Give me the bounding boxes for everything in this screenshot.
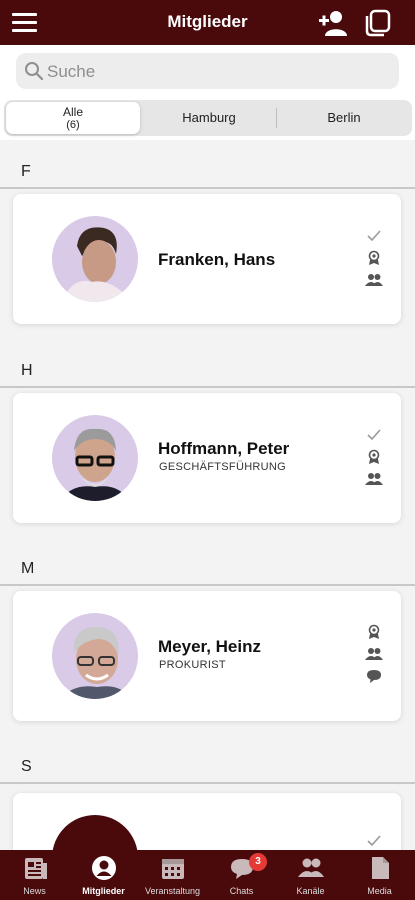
section-header: F [0, 143, 415, 189]
member-card[interactable]: Franken, Hans [13, 194, 401, 324]
segment-count: (6) [66, 119, 80, 131]
tab-media[interactable]: Media [345, 850, 414, 900]
segment-label: Alle [62, 105, 83, 119]
tab-label: Veranstaltung [144, 886, 201, 896]
section-header: H [0, 342, 415, 388]
member-role: GESCHÄFTSFÜHRUNG [159, 461, 287, 473]
tab-kanaele[interactable]: Kanäle [276, 850, 345, 900]
divider [0, 584, 415, 586]
member-name: Franken, Hans [158, 250, 276, 269]
member-name: Hoffmann, Peter [158, 439, 290, 458]
group-icon [365, 274, 383, 286]
member-name: Meyer, Heinz [158, 637, 261, 656]
page-title: Mitglieder [167, 12, 248, 31]
tab-mitglieder[interactable]: Mitglieder [69, 850, 138, 900]
section-letter: F [21, 163, 31, 180]
group-icon [365, 648, 383, 660]
section-letter: M [21, 560, 35, 577]
segment-alle[interactable]: Alle (6) [6, 102, 140, 134]
check-icon [367, 230, 381, 242]
location-segmented-control: Alle (6) Hamburg Berlin [4, 100, 412, 136]
segment-label: Hamburg [182, 110, 236, 125]
check-icon [367, 835, 381, 847]
segment-berlin[interactable]: Berlin [277, 102, 411, 134]
tab-label: Chats [229, 886, 254, 896]
tab-chats[interactable]: 3 Chats [207, 850, 276, 900]
document-icon [372, 857, 389, 879]
member-role: PROKURIST [159, 659, 226, 671]
unread-badge: 3 [249, 853, 267, 871]
app-header: Mitglieder [0, 0, 415, 45]
news-icon [25, 858, 47, 879]
check-icon [367, 429, 381, 441]
tab-news[interactable]: News [0, 850, 69, 900]
divider [0, 187, 415, 189]
divider [0, 386, 415, 388]
search-bar: Suche [0, 45, 415, 97]
member-card[interactable]: Meyer, Heinz PROKURIST [13, 591, 401, 721]
award-icon [368, 624, 380, 639]
chat-icon [367, 670, 381, 683]
member-icon [92, 856, 116, 880]
add-member-icon[interactable] [318, 8, 348, 38]
segment-hamburg[interactable]: Hamburg [142, 102, 276, 134]
section-header: S [0, 738, 415, 784]
avatar [52, 216, 138, 302]
filter-bar: Alle (6) Hamburg Berlin [0, 97, 415, 140]
channels-icon [298, 858, 324, 877]
bottom-tab-bar: News Mitglieder Veranstaltung 3 Chats Ka… [0, 850, 415, 900]
tab-label: News [23, 886, 46, 896]
tab-label: Kanäle [296, 886, 325, 896]
search-placeholder: Suche [47, 62, 96, 81]
calendar-icon [162, 859, 184, 879]
tab-label: Media [367, 886, 392, 896]
award-icon [368, 250, 380, 265]
member-card[interactable]: Hoffmann, Peter GESCHÄFTSFÜHRUNG [13, 393, 401, 523]
divider [0, 782, 415, 784]
search-icon [25, 62, 44, 81]
tab-label: Mitglieder [82, 886, 125, 896]
segment-label: Berlin [327, 110, 361, 125]
group-icon [365, 473, 383, 485]
tab-veranstaltung[interactable]: Veranstaltung [138, 850, 207, 900]
copy-icon[interactable] [364, 8, 394, 38]
avatar [52, 415, 138, 501]
section-header: M [0, 540, 415, 586]
avatar [52, 613, 138, 699]
award-icon [368, 449, 380, 464]
search-input[interactable]: Suche [16, 53, 399, 89]
section-letter: S [21, 758, 32, 775]
section-letter: H [21, 362, 33, 379]
